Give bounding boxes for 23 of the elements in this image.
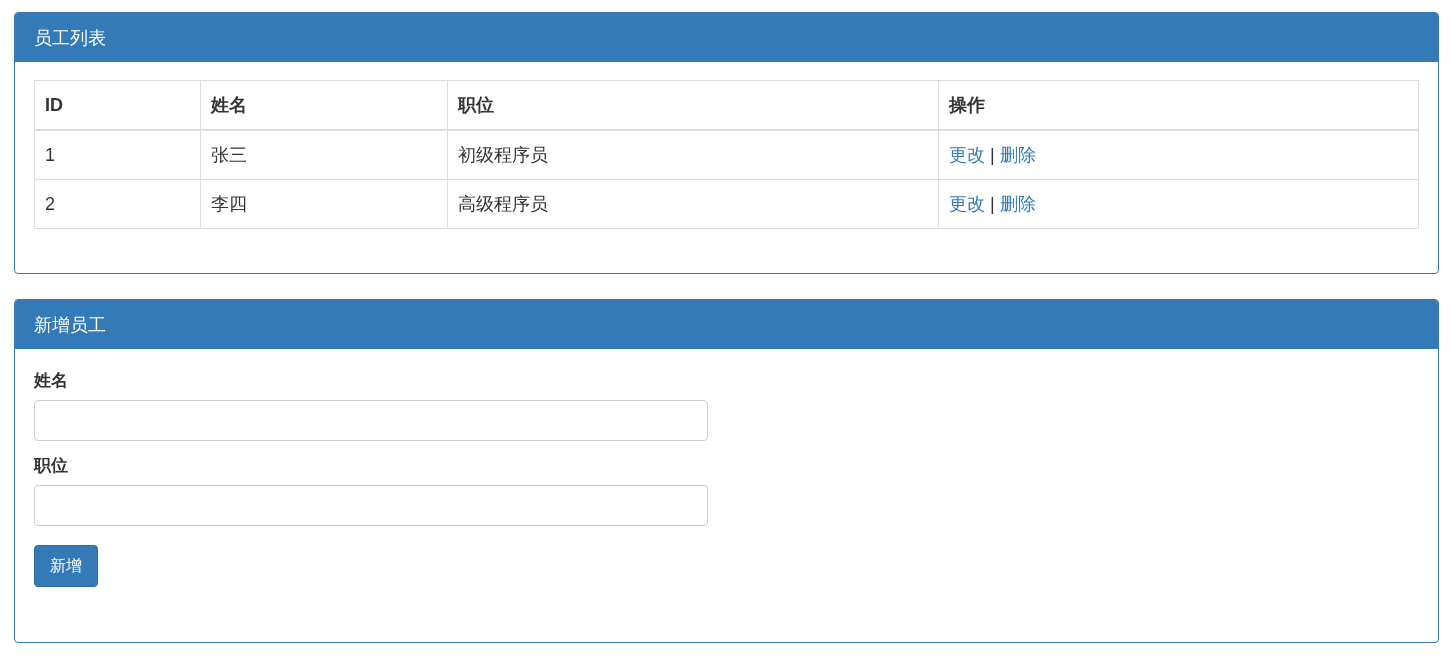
delete-link[interactable]: 删除 xyxy=(999,145,1036,165)
column-header: 操作 xyxy=(938,80,1419,130)
edit-link[interactable]: 更改 xyxy=(949,145,985,165)
table-cell: 李四 xyxy=(200,179,448,229)
column-header: 职位 xyxy=(447,80,939,130)
table-cell: 张三 xyxy=(200,130,448,180)
column-header: 姓名 xyxy=(200,80,448,130)
separator-text: | xyxy=(990,145,995,165)
delete-link[interactable]: 删除 xyxy=(999,194,1036,214)
field-label: 职位 xyxy=(34,455,69,477)
column-header: ID xyxy=(34,80,201,130)
add-button[interactable]: 新增 xyxy=(34,545,98,587)
edit-link[interactable]: 更改 xyxy=(949,194,985,214)
input-field[interactable] xyxy=(34,485,708,526)
panel-title: 员工列表 xyxy=(34,26,106,50)
input-field[interactable] xyxy=(34,400,708,441)
table-cell: 1 xyxy=(34,130,201,180)
panel-title: 新增员工 xyxy=(34,313,106,337)
table-cell: 2 xyxy=(34,179,201,229)
separator-text: | xyxy=(990,194,995,214)
field-label: 姓名 xyxy=(34,370,69,392)
table-cell: 高级程序员 xyxy=(447,179,939,229)
table-cell: 初级程序员 xyxy=(447,130,939,180)
